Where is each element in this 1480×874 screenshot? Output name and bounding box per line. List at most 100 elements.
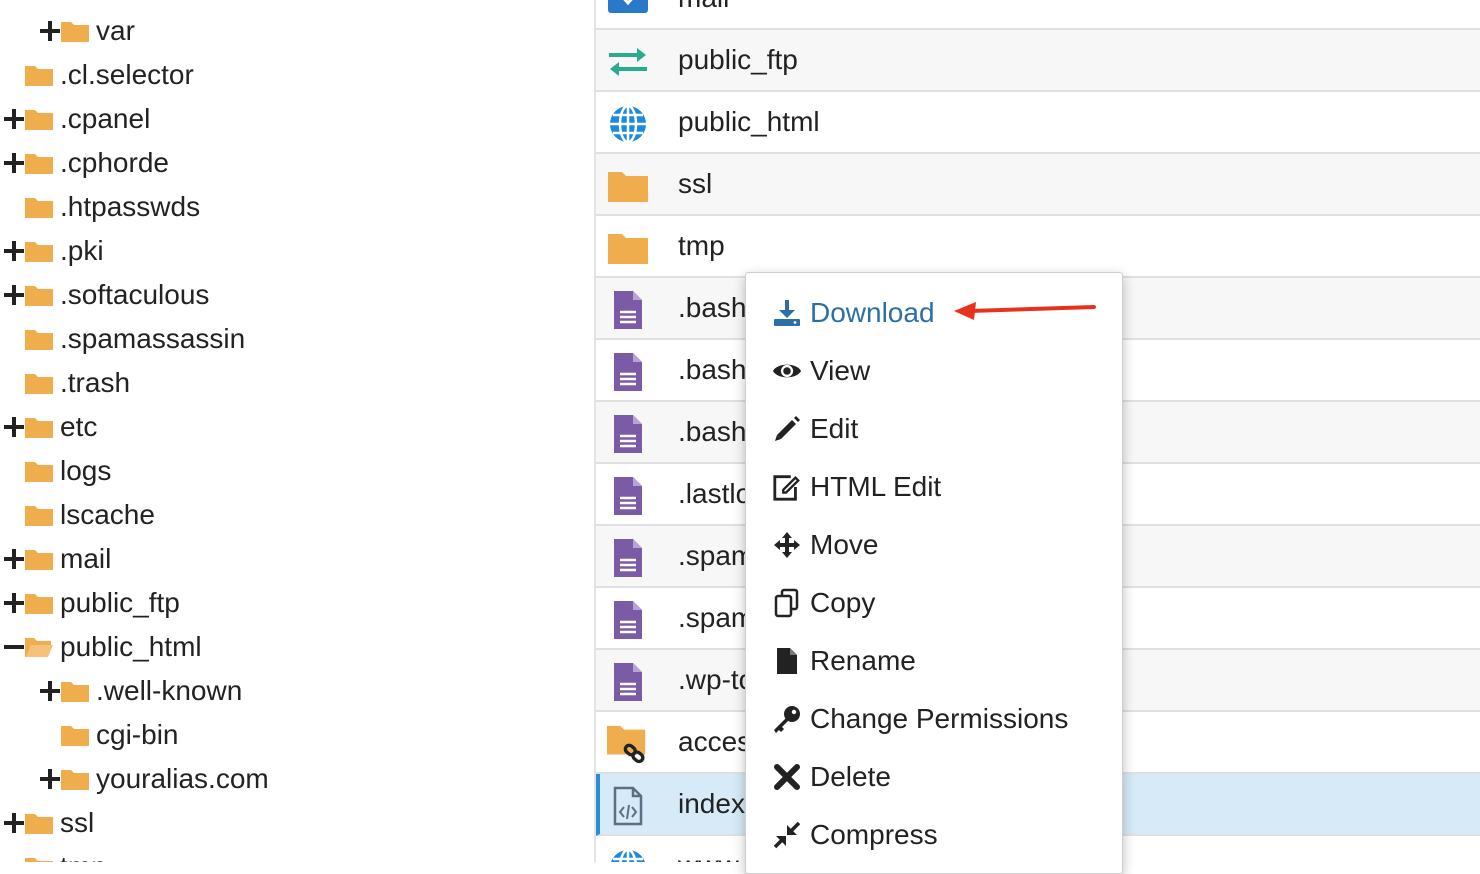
directory-tree: var .cl.selector .cpanel .cphorde .htpasswds… bbox=[0, 0, 594, 862]
expand-icon[interactable] bbox=[2, 239, 26, 263]
menu-item-label: Compress bbox=[810, 819, 938, 850]
tree-item-label: .trash bbox=[60, 367, 131, 398]
tree-item[interactable]: .cpanel bbox=[0, 97, 150, 141]
menu-item-delete[interactable]: Delete bbox=[772, 752, 891, 802]
file-name: .bash bbox=[678, 416, 747, 447]
tree-item-label: public_html bbox=[60, 631, 202, 662]
expand-icon[interactable] bbox=[2, 415, 26, 439]
tree-item-label: etc bbox=[60, 411, 98, 442]
file-icon bbox=[772, 646, 802, 676]
file-name: tmp bbox=[678, 230, 725, 261]
folder-icon bbox=[24, 107, 54, 131]
expand-icon[interactable] bbox=[2, 283, 26, 307]
menu-item-compress[interactable]: Compress bbox=[772, 810, 938, 860]
menu-item-html-edit[interactable]: HTML Edit bbox=[772, 462, 941, 512]
file-name: .bash bbox=[678, 292, 747, 323]
expand-icon[interactable] bbox=[2, 811, 26, 835]
file-text-icon bbox=[606, 290, 650, 330]
tree-item-label: logs bbox=[60, 455, 112, 486]
globe-icon bbox=[606, 848, 650, 862]
menu-item-move[interactable]: Move bbox=[772, 520, 878, 570]
file-name: .wp-to bbox=[678, 664, 755, 695]
expand-icon[interactable] bbox=[38, 19, 62, 43]
menu-item-edit[interactable]: Edit bbox=[772, 404, 858, 454]
tree-item[interactable]: .spamassassin bbox=[0, 317, 245, 361]
menu-item-label: Move bbox=[810, 529, 879, 560]
folder-icon bbox=[60, 19, 90, 43]
edit-square-icon bbox=[772, 472, 802, 502]
tree-item[interactable]: .cphorde bbox=[0, 141, 169, 185]
tree-item[interactable]: cgi-bin bbox=[0, 713, 178, 757]
folder-icon bbox=[24, 63, 54, 87]
file-name: public_ftp bbox=[678, 44, 798, 75]
file-row[interactable]: ssl bbox=[596, 154, 1480, 216]
tree-item[interactable]: .pki bbox=[0, 229, 104, 273]
folder-icon bbox=[60, 679, 90, 703]
tree-item-label: .cpanel bbox=[60, 103, 151, 134]
folder-icon bbox=[24, 503, 54, 527]
file-name: .spam bbox=[678, 540, 755, 571]
menu-item-view[interactable]: View bbox=[772, 346, 870, 396]
menu-item-label: Change Permissions bbox=[810, 703, 1069, 734]
tree-item[interactable]: public_html bbox=[0, 625, 202, 669]
annotation-arrow bbox=[954, 302, 1096, 320]
menu-item-rename[interactable]: Rename bbox=[772, 636, 916, 686]
folder-icon bbox=[24, 459, 54, 483]
file-name: index bbox=[678, 788, 745, 819]
folder-icon bbox=[24, 371, 54, 395]
tree-item[interactable]: .softaculous bbox=[0, 273, 209, 317]
key-icon bbox=[772, 704, 802, 734]
tree-item[interactable]: .trash bbox=[0, 361, 130, 405]
folder-open-icon bbox=[24, 635, 54, 659]
file-row[interactable]: public_html bbox=[596, 92, 1480, 154]
tree-item[interactable]: var bbox=[0, 9, 135, 53]
file-name: .lastlo bbox=[678, 478, 752, 509]
tree-item[interactable]: lscache bbox=[0, 493, 155, 537]
tree-item[interactable]: ssl bbox=[0, 801, 94, 845]
file-text-icon bbox=[606, 476, 650, 516]
menu-item-change-permissions[interactable]: Change Permissions bbox=[772, 694, 1068, 744]
close-icon bbox=[772, 762, 802, 792]
expand-icon[interactable] bbox=[38, 679, 62, 703]
menu-item-label: HTML Edit bbox=[810, 471, 942, 502]
tree-item[interactable]: logs bbox=[0, 449, 111, 493]
tree-item[interactable]: public_ftp bbox=[0, 581, 180, 625]
tree-item-label: .well-known bbox=[96, 675, 243, 706]
file-name: ssl bbox=[678, 168, 713, 199]
tree-item[interactable]: .htpasswds bbox=[0, 185, 200, 229]
menu-item-label: Copy bbox=[810, 587, 876, 618]
file-code-icon bbox=[606, 786, 650, 826]
tree-item[interactable]: mail bbox=[0, 537, 111, 581]
tree-item-label: .pki bbox=[60, 235, 104, 266]
move-icon bbox=[772, 530, 802, 560]
folder-icon bbox=[24, 855, 54, 862]
globe-icon bbox=[606, 104, 650, 144]
expand-icon[interactable] bbox=[2, 591, 26, 615]
collapse-icon[interactable] bbox=[2, 635, 26, 659]
expand-icon[interactable] bbox=[38, 767, 62, 791]
folder-icon bbox=[24, 547, 54, 571]
expand-icon[interactable] bbox=[2, 547, 26, 571]
tree-item[interactable]: tmp bbox=[0, 845, 107, 862]
file-row[interactable]: public_ftp bbox=[596, 30, 1480, 92]
expand-icon[interactable] bbox=[2, 151, 26, 175]
tree-item[interactable]: .cl.selector bbox=[0, 53, 194, 97]
folder-icon bbox=[24, 415, 54, 439]
expand-icon[interactable] bbox=[2, 107, 26, 131]
menu-item-label: Delete bbox=[810, 761, 891, 792]
file-name: .bash bbox=[678, 354, 747, 385]
file-text-icon bbox=[606, 352, 650, 392]
tree-item-label: mail bbox=[60, 543, 112, 574]
folder-icon bbox=[24, 327, 54, 351]
file-name: acces bbox=[678, 726, 752, 757]
tree-item-label: tmp bbox=[60, 851, 107, 862]
tree-item[interactable]: youralias.com bbox=[0, 757, 269, 801]
file-row[interactable]: mail bbox=[596, 0, 1480, 30]
tree-item[interactable]: etc bbox=[0, 405, 97, 449]
tree-item[interactable]: .well-known bbox=[0, 669, 242, 713]
tree-item-label: cgi-bin bbox=[96, 719, 179, 750]
menu-item-copy[interactable]: Copy bbox=[772, 578, 875, 628]
tree-item-label: .cl.selector bbox=[60, 59, 194, 90]
menu-item-download[interactable]: Download bbox=[772, 288, 935, 338]
file-row[interactable]: tmp bbox=[596, 216, 1480, 278]
